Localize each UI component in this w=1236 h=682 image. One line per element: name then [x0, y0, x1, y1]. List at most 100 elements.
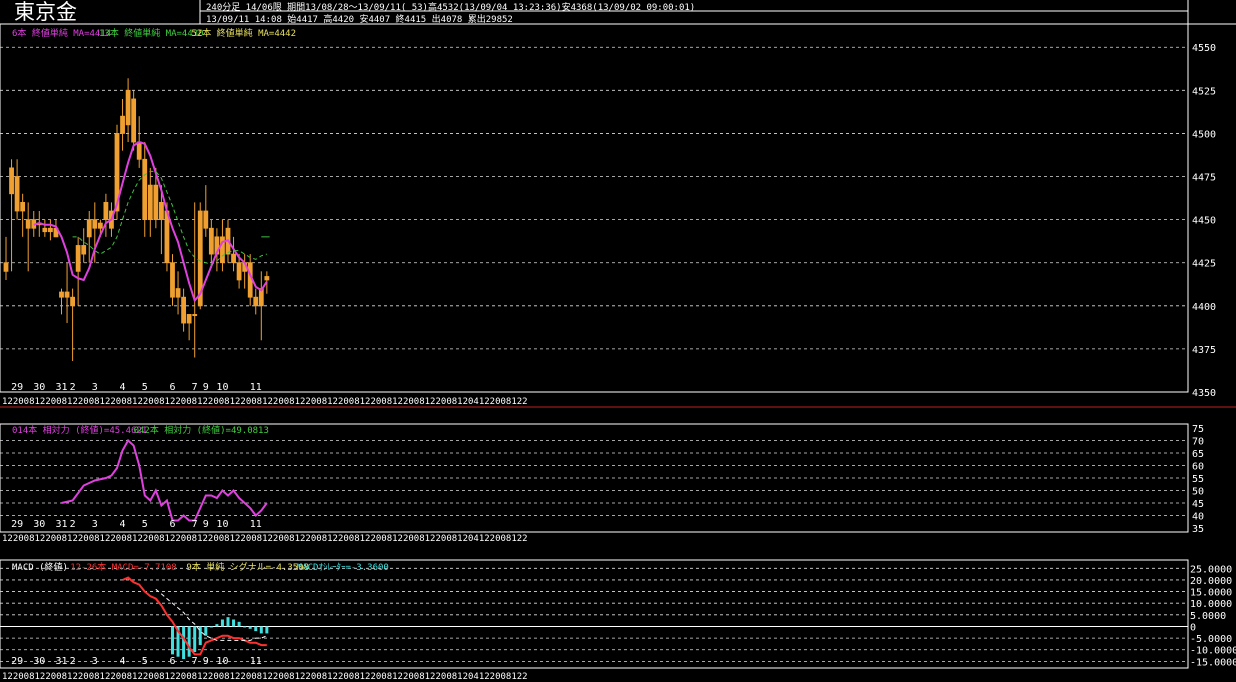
rsi-day-label: 9	[203, 519, 209, 530]
rsi-ytick: 60	[1192, 462, 1204, 473]
macd-hist-bar	[243, 626, 247, 628]
candle-body	[131, 98, 137, 143]
price-ytick: 4375	[1192, 345, 1216, 356]
macd-hist-bar	[226, 617, 230, 627]
candle-body	[120, 115, 125, 134]
price-ytick: 4475	[1192, 173, 1216, 184]
macd-ytick: 15.0000	[1190, 588, 1232, 599]
macd-hist-bar	[220, 619, 224, 627]
macd-hist-bar	[232, 619, 236, 627]
macd-hist-bar	[259, 626, 263, 634]
rsi-legend-item: 042本 相対力 (終値)=49.0813	[134, 424, 269, 436]
price-ytick: 4525	[1192, 86, 1216, 97]
macd-day-label: 30	[33, 656, 45, 667]
macd-ytick: 20.0000	[1190, 576, 1232, 587]
price-ytick: 4450	[1192, 216, 1216, 227]
macd-day-label: 3	[92, 656, 98, 667]
day-label: 29	[11, 382, 23, 393]
candle-body	[264, 276, 270, 281]
macd-ytick: 25.0000	[1190, 564, 1232, 575]
candle-body	[253, 296, 259, 307]
day-label: 7	[192, 382, 198, 393]
rsi-ytick: 55	[1192, 474, 1204, 485]
rsi-day-label: 4	[120, 519, 126, 530]
macd-ytick: 10.0000	[1190, 599, 1232, 610]
rsi-ytick: 45	[1192, 499, 1204, 510]
instrument-title: 東京金	[14, 0, 77, 24]
candle-body	[14, 176, 20, 212]
candle-body	[186, 314, 192, 324]
day-label: 4	[120, 382, 126, 393]
macd-hist-bar	[209, 626, 213, 628]
day-label: 31	[55, 382, 67, 393]
macd-day-label: 9	[203, 656, 209, 667]
price-ytick: 4500	[1192, 129, 1216, 140]
candle-body	[97, 222, 103, 229]
rsi-day-label: 3	[92, 519, 98, 530]
day-label: 5	[142, 382, 148, 393]
macd-day-label: 5	[142, 656, 148, 667]
rsi-day-label: 29	[11, 519, 23, 530]
rsi-day-label: 11	[250, 519, 262, 530]
price-legend-item: 13本 終値単純 MA=4430	[99, 27, 204, 39]
macd-ytick: -10.0000	[1190, 646, 1236, 657]
last-bar-info: 13/09/11 14:08 始4417 高4420 安4407 終4415 出…	[206, 15, 513, 25]
rsi-ytick: 35	[1192, 524, 1204, 535]
candle-body	[153, 184, 159, 221]
price-legend-item: 6本 終値単純 MA=4414	[12, 27, 111, 39]
rsi-ytick: 70	[1192, 437, 1204, 448]
candle-body	[147, 184, 153, 221]
macd-day-label: 11	[250, 656, 262, 667]
price-ytick: 4425	[1192, 259, 1216, 270]
macd-legend-item: MACDｵｼﾚｰﾀｰ=-3.3600	[297, 562, 389, 573]
day-label: 30	[33, 382, 45, 393]
macd-day-label: 4	[120, 656, 126, 667]
macd-day-label: 31	[55, 656, 67, 667]
rsi-time-axis-strip: 1220081220081220081220081220081220081220…	[2, 534, 528, 544]
price-ytick: 4350	[1192, 388, 1216, 399]
candle-body	[75, 245, 81, 272]
macd-hist-bar	[254, 626, 258, 632]
macd-ytick: -15.0000	[1190, 657, 1236, 668]
price-legend-item: 52本 終値単純 MA=4442	[191, 27, 296, 39]
macd-day-label: 7	[192, 656, 198, 667]
candle-body	[70, 296, 75, 307]
macd-hist-bar	[193, 626, 197, 653]
rsi-day-label: 2	[70, 519, 76, 530]
macd-hist-bar	[248, 626, 252, 629]
day-label: 3	[92, 382, 98, 393]
time-axis-strip: 1220081220081220081220081220081220081220…	[2, 397, 528, 407]
candle-body	[64, 291, 70, 298]
candle-body	[164, 210, 170, 264]
candle-body	[9, 167, 14, 195]
rsi-day-label: 7	[192, 519, 198, 530]
chart-canvas: 4550452545004475445044254400437543506本 終…	[0, 0, 1236, 682]
macd-time-axis-strip: 1220081220081220081220081220081220081220…	[2, 672, 528, 682]
rsi-day-label: 10	[216, 519, 228, 530]
candle-body	[231, 253, 236, 264]
macd-day-label: 29	[11, 656, 23, 667]
candle-body	[81, 245, 87, 255]
macd-hist-bar	[171, 626, 174, 655]
macd-hist-bar	[237, 621, 241, 627]
price-ytick: 4550	[1192, 43, 1216, 54]
candle-body	[208, 227, 214, 255]
macd-ytick: -5.0000	[1190, 634, 1232, 645]
candle-body	[59, 291, 64, 298]
candle-body	[192, 314, 198, 317]
day-label: 2	[70, 382, 76, 393]
macd-legend-item: 9本 単純 シグナル=-4.3508	[186, 561, 309, 573]
day-label: 9	[203, 382, 209, 393]
candle-body	[92, 219, 98, 229]
macd-day-label: 2	[70, 656, 76, 667]
rsi-ytick: 65	[1192, 449, 1204, 460]
day-label: 6	[169, 382, 175, 393]
candle-body	[158, 201, 164, 221]
candle-body	[181, 296, 187, 324]
candle-body	[3, 262, 9, 272]
rsi-legend-item: 014本 相対力 (終値)=45.4621	[12, 424, 147, 436]
candle-body	[236, 262, 242, 281]
macd-hist-bar	[215, 624, 219, 627]
candle-body	[42, 227, 48, 233]
day-label: 10	[216, 382, 228, 393]
